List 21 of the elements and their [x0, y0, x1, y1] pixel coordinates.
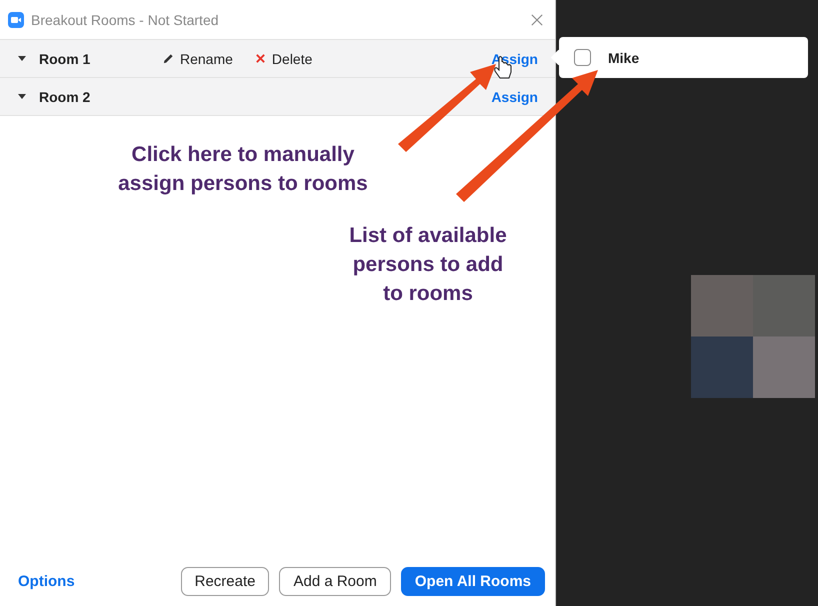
video-camera-icon	[8, 12, 24, 28]
checkbox[interactable]	[574, 49, 591, 66]
annotation-text: List of available persons to add to rooms	[348, 223, 508, 307]
caret-icon[interactable]	[18, 56, 26, 61]
footer-button[interactable]: Add a Room	[279, 566, 391, 596]
caret-icon[interactable]	[18, 94, 26, 99]
room-action[interactable]: Rename	[163, 50, 233, 66]
room-action[interactable]: Delete	[254, 50, 312, 66]
annotation-text: Click here to manually assign persons to rooms	[117, 142, 369, 197]
footer-button[interactable]: Recreate	[180, 566, 270, 596]
window-title: Breakout Rooms - Not Started	[31, 12, 219, 28]
room-name: Room 2	[39, 88, 92, 104]
room-row[interactable]: Room 2 Assign	[0, 78, 555, 116]
footer-button[interactable]: Open All Rooms	[400, 566, 545, 596]
participant-name: Mike	[608, 50, 640, 66]
options-link[interactable]: Options	[18, 572, 75, 590]
pencil-icon	[163, 53, 174, 64]
close-icon[interactable]	[531, 14, 543, 26]
assign-link[interactable]: Assign	[491, 88, 538, 104]
cross-icon	[254, 53, 266, 64]
room-name: Room 1	[39, 50, 92, 66]
